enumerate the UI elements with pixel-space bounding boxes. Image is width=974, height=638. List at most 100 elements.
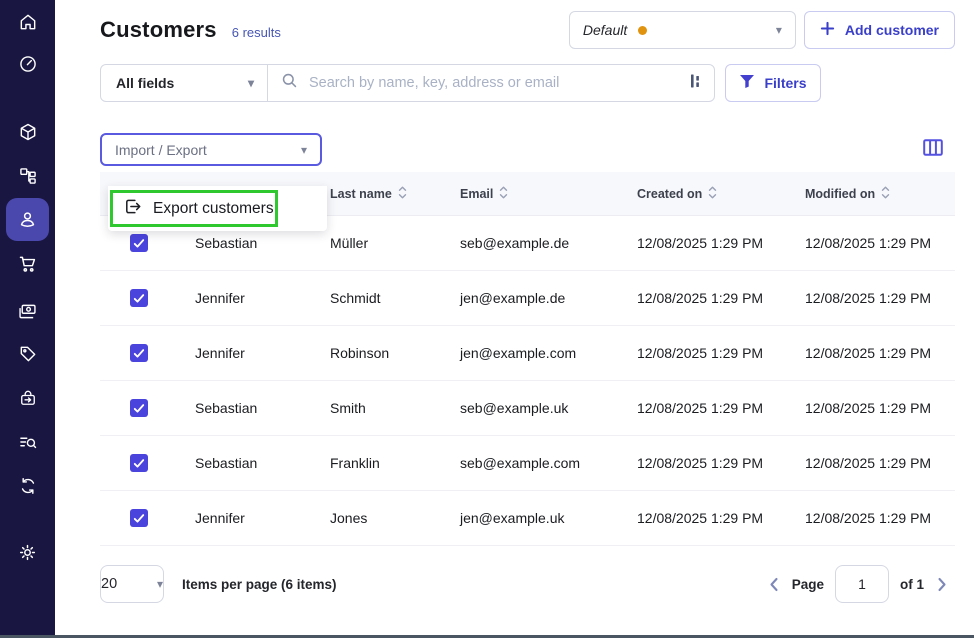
filters-button[interactable]: Filters — [725, 64, 821, 102]
cell-first-name: Sebastian — [180, 455, 315, 471]
results-count: 6 results — [232, 21, 281, 40]
page-header: Customers 6 results Default ▾ Add custom… — [100, 0, 955, 46]
status-dot — [638, 26, 647, 35]
column-label: Email — [460, 187, 493, 201]
view-selector[interactable]: Default ▾ — [569, 11, 796, 49]
header-modified-on[interactable]: Modified on — [790, 186, 955, 202]
cell-created-on: 12/08/2025 1:29 PM — [622, 400, 790, 416]
page-label: Page — [792, 577, 824, 592]
header-email[interactable]: Email — [445, 186, 622, 202]
row-checkbox[interactable] — [130, 234, 148, 252]
table-body: Sebastian Müller seb@example.de 12/08/20… — [100, 216, 955, 546]
cell-email: seb@example.de — [445, 235, 622, 251]
import-export-label: Import / Export — [115, 142, 207, 158]
table-row[interactable]: Jennifer Robinson jen@example.com 12/08/… — [100, 326, 955, 381]
sort-icon — [398, 186, 407, 202]
import-export-menu: Export customers — [108, 186, 327, 231]
sidebar-item-audit-log[interactable] — [6, 420, 49, 463]
previous-page-button[interactable] — [767, 576, 781, 593]
row-checkbox-cell — [100, 509, 180, 527]
cell-created-on: 12/08/2025 1:29 PM — [622, 235, 790, 251]
of-pages-label: of 1 — [900, 577, 924, 592]
add-customer-label: Add customer — [845, 22, 939, 38]
row-checkbox[interactable] — [130, 399, 148, 417]
cell-first-name: Jennifer — [180, 290, 315, 306]
cell-last-name: Robinson — [315, 345, 445, 361]
chevron-down-icon: ▾ — [301, 144, 307, 156]
add-customer-button[interactable]: Add customer — [804, 11, 955, 49]
column-label: Created on — [637, 187, 702, 201]
cell-email: jen@example.uk — [445, 510, 622, 526]
main-area: Customers 6 results Default ▾ Add custom… — [55, 0, 974, 638]
chevron-down-icon: ▾ — [248, 77, 254, 89]
cell-first-name: Jennifer — [180, 510, 315, 526]
header-created-on[interactable]: Created on — [622, 186, 790, 202]
row-checkbox[interactable] — [130, 509, 148, 527]
cell-modified-on: 12/08/2025 1:29 PM — [790, 510, 955, 526]
sidebar-item-settings[interactable] — [6, 531, 49, 574]
column-label: Last name — [330, 187, 392, 201]
bag-arrow-icon — [18, 388, 38, 408]
export-customers-menu-item[interactable]: Export customers — [153, 200, 274, 218]
sidebar-item-operations[interactable] — [6, 464, 49, 507]
sidebar-item-payments[interactable] — [6, 290, 49, 333]
search-icon — [281, 72, 298, 94]
next-page-button[interactable] — [935, 576, 949, 593]
sidebar-item-dashboard[interactable] — [6, 42, 49, 85]
cell-first-name: Sebastian — [180, 400, 315, 416]
sidebar-item-categories[interactable] — [6, 154, 49, 197]
cell-last-name: Smith — [315, 400, 445, 416]
sidebar-item-discounts[interactable] — [6, 332, 49, 375]
import-export-dropdown[interactable]: Import / Export ▾ — [100, 133, 322, 166]
table-row[interactable]: Sebastian Franklin seb@example.com 12/08… — [100, 436, 955, 491]
cell-last-name: Jones — [315, 510, 445, 526]
cell-modified-on: 12/08/2025 1:29 PM — [790, 400, 955, 416]
cell-first-name: Sebastian — [180, 235, 315, 251]
cell-last-name: Schmidt — [315, 290, 445, 306]
search-compound: All fields ▾ — [100, 64, 715, 102]
cell-first-name: Jennifer — [180, 345, 315, 361]
sidebar — [0, 0, 55, 638]
search-input[interactable] — [307, 74, 681, 92]
cell-created-on: 12/08/2025 1:29 PM — [622, 290, 790, 306]
advanced-search-icon[interactable] — [690, 73, 701, 94]
cell-created-on: 12/08/2025 1:29 PM — [622, 345, 790, 361]
view-selector-value: Default — [583, 22, 627, 38]
table-row[interactable]: Sebastian Smith seb@example.uk 12/08/202… — [100, 381, 955, 436]
sync-icon — [18, 476, 38, 496]
row-checkbox[interactable] — [130, 344, 148, 362]
sidebar-item-orders[interactable] — [6, 242, 49, 285]
cell-email: jen@example.de — [445, 290, 622, 306]
toolbar-row: Import / Export ▾ — [100, 133, 955, 166]
column-manager-button[interactable] — [923, 139, 943, 161]
page-number-input[interactable] — [835, 565, 889, 603]
table-row[interactable]: Jennifer Schmidt jen@example.de 12/08/20… — [100, 271, 955, 326]
row-checkbox[interactable] — [130, 454, 148, 472]
cell-modified-on: 12/08/2025 1:29 PM — [790, 235, 955, 251]
person-icon — [17, 209, 38, 230]
search-field-selector[interactable]: All fields ▾ — [101, 65, 268, 101]
cell-email: seb@example.uk — [445, 400, 622, 416]
row-checkbox[interactable] — [130, 289, 148, 307]
table-row[interactable]: Jennifer Jones jen@example.uk 12/08/2025… — [100, 491, 955, 546]
cell-email: seb@example.com — [445, 455, 622, 471]
flowchart-icon — [18, 166, 38, 186]
sidebar-item-customers[interactable] — [6, 198, 49, 241]
row-checkbox-cell — [100, 454, 180, 472]
sidebar-item-home[interactable] — [6, 0, 49, 43]
tag-icon — [18, 344, 38, 364]
sidebar-item-products[interactable] — [6, 110, 49, 153]
table-footer: 20 ▾ Items per page (6 items) Page of 1 — [100, 564, 955, 604]
cube-icon — [18, 122, 38, 142]
search-field-value: All fields — [116, 75, 174, 91]
sidebar-item-checkout[interactable] — [6, 376, 49, 419]
search-row: All fields ▾ Filters — [100, 64, 955, 102]
cell-created-on: 12/08/2025 1:29 PM — [622, 455, 790, 471]
page-size-value: 20 — [101, 576, 117, 592]
pagination: Page of 1 — [767, 565, 949, 603]
cell-modified-on: 12/08/2025 1:29 PM — [790, 345, 955, 361]
page-size-selector[interactable]: 20 ▾ — [100, 565, 164, 603]
dashboard-icon — [18, 54, 38, 74]
sort-icon — [708, 186, 717, 202]
header-last-name[interactable]: Last name — [315, 186, 445, 202]
